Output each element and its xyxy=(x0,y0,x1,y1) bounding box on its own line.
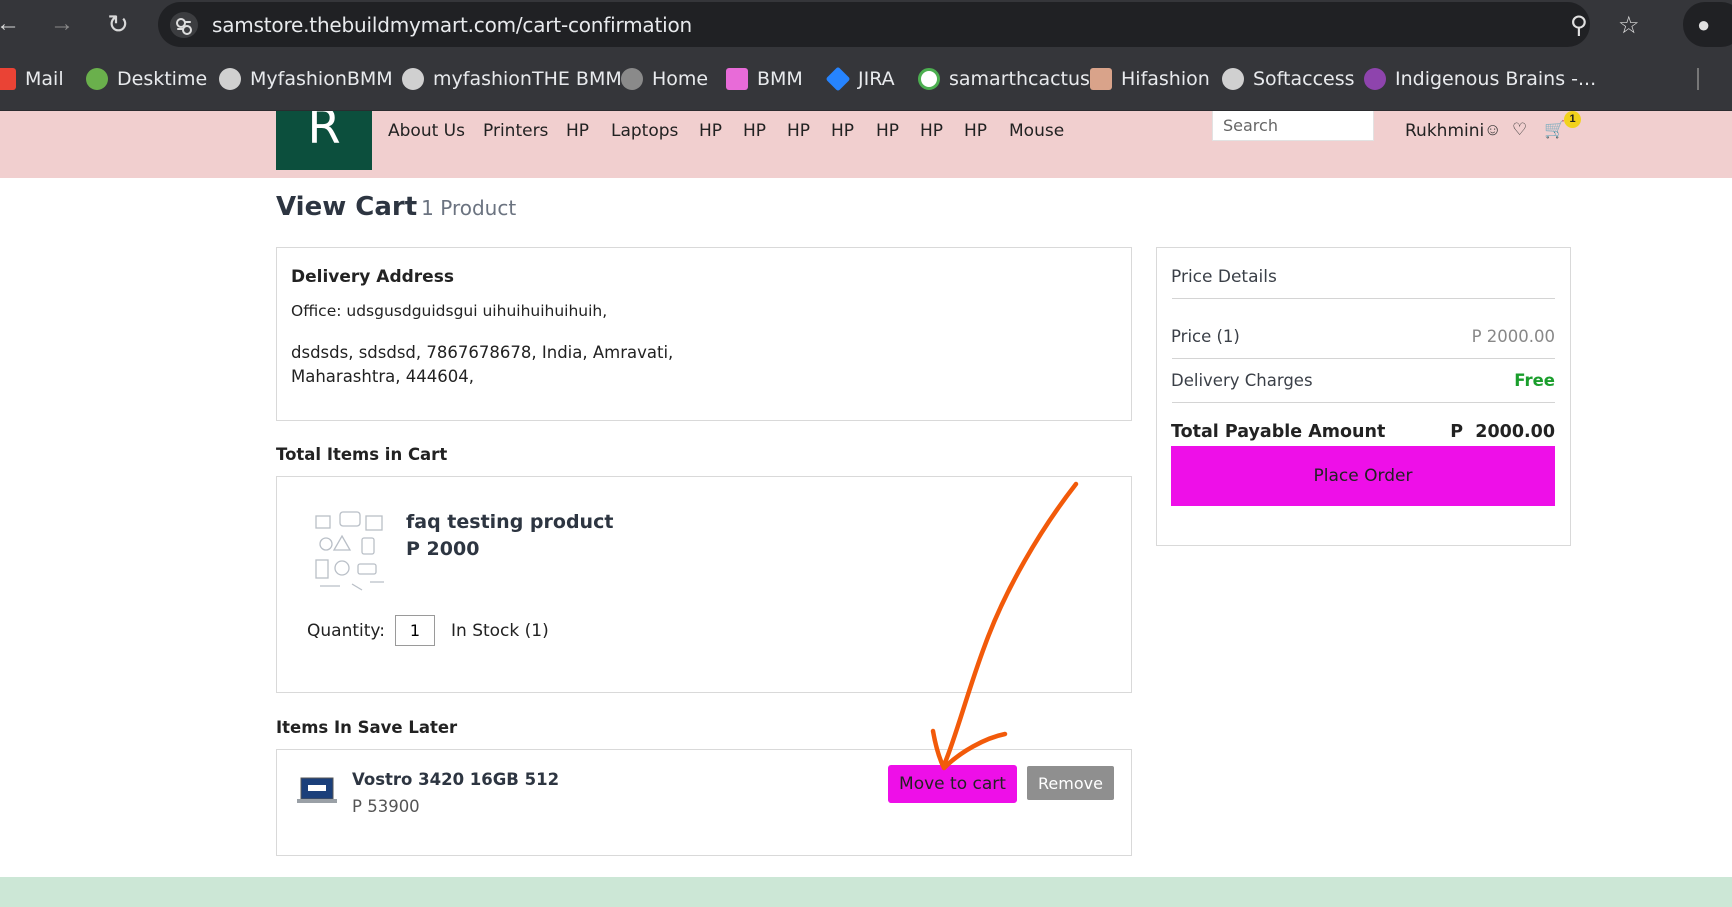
nav-hp[interactable]: HP xyxy=(787,121,810,141)
price-label: Price (1) xyxy=(1171,327,1240,346)
bookmark-home[interactable]: Home xyxy=(621,66,708,92)
delivery-address-line: Office: udsgusdguidsgui uihuihuihuihuih, xyxy=(291,302,608,320)
total-payable-value: P 2000.00 xyxy=(1450,422,1555,442)
globe-icon xyxy=(1222,68,1244,90)
store-logo[interactable]: R xyxy=(276,111,372,170)
bookmark-label: JIRA xyxy=(858,68,895,90)
bookmark-myfashionbmm[interactable]: MyfashionBMM xyxy=(219,66,393,92)
divider xyxy=(1172,298,1555,299)
place-order-button[interactable]: Place Order xyxy=(1171,446,1555,506)
bookmark-myfashionthebmm[interactable]: myfashionTHE BMM xyxy=(402,66,622,92)
bmm-icon xyxy=(726,68,748,90)
bookmark-label: Mail xyxy=(25,68,64,90)
bookmark-label: MyfashionBMM xyxy=(250,68,393,90)
delivery-address-line: Maharashtra, 444604, xyxy=(291,367,474,386)
bookmark-samarthcactus[interactable]: samarthcactus xyxy=(918,66,1090,92)
browser-toolbar: ← → ↻ samstore.thebuildmymart.com/cart-c… xyxy=(0,0,1732,48)
gmail-icon xyxy=(0,68,16,90)
url-text[interactable]: samstore.thebuildmymart.com/cart-confirm… xyxy=(212,13,692,37)
reload-icon[interactable]: ↻ xyxy=(104,10,132,38)
price-value: P 2000.00 xyxy=(1471,327,1555,346)
nav-hp[interactable]: HP xyxy=(876,121,899,141)
bookmark-label: Hifashion xyxy=(1121,68,1210,90)
nav-hp[interactable]: HP xyxy=(831,121,854,141)
delivery-address-heading: Delivery Address xyxy=(291,267,454,287)
address-bar[interactable]: samstore.thebuildmymart.com/cart-confirm… xyxy=(158,2,1640,47)
save-later-item-name[interactable]: Vostro 3420 16GB 512 xyxy=(352,770,559,789)
globe-icon xyxy=(621,68,643,90)
bookmark-label: BMM xyxy=(757,68,803,90)
total-payable-label: Total Payable Amount xyxy=(1171,422,1386,442)
bookmark-label: Softaccess xyxy=(1253,68,1355,90)
bookmark-indigenous-brains[interactable]: Indigenous Brains -... xyxy=(1364,66,1596,92)
bookmarks-bar: Mail Desktime MyfashionBMM myfashionTHE … xyxy=(0,48,1732,111)
nav-laptops[interactable]: Laptops xyxy=(611,121,678,141)
site-settings-icon[interactable] xyxy=(170,12,198,38)
cart-item-price: P 2000 xyxy=(406,538,480,560)
save-later-heading: Items In Save Later xyxy=(276,718,458,737)
globe-icon xyxy=(219,68,241,90)
user-icon[interactable]: ☺ xyxy=(1484,120,1501,140)
nav-mouse[interactable]: Mouse xyxy=(1009,121,1064,141)
logo-letter: R xyxy=(307,111,341,155)
forward-arrow-icon[interactable]: → xyxy=(48,10,76,38)
quantity-input[interactable] xyxy=(395,615,435,646)
page-title: View Cart 1 Product xyxy=(276,192,516,222)
site-header: R About Us Printers HP Laptops HP HP HP … xyxy=(0,111,1732,178)
desktime-icon xyxy=(86,68,108,90)
bookmark-star-icon[interactable]: ☆ xyxy=(1618,11,1640,40)
globe-icon xyxy=(402,68,424,90)
delivery-address-line: dsdsds, sdsdsd, 7867678678, India, Amrav… xyxy=(291,343,674,362)
quantity-label: Quantity: xyxy=(307,621,385,641)
product-image[interactable] xyxy=(312,508,390,594)
price-details-heading: Price Details xyxy=(1171,267,1277,287)
bookmark-label: myfashionTHE BMM xyxy=(433,68,622,90)
nav-hp[interactable]: HP xyxy=(566,121,589,141)
cart-count-badge: 1 xyxy=(1564,111,1581,128)
bookmark-mail[interactable]: Mail xyxy=(0,66,64,92)
divider xyxy=(1172,402,1555,403)
bookmark-softaccess[interactable]: Softaccess xyxy=(1222,66,1355,92)
product-count: 1 Product xyxy=(421,196,517,220)
nav-printers[interactable]: Printers xyxy=(483,121,548,141)
cart-icon[interactable]: 🛒 xyxy=(1544,120,1565,140)
nav-hp[interactable]: HP xyxy=(699,121,722,141)
hifashion-icon xyxy=(1090,68,1112,90)
stock-status: In Stock (1) xyxy=(451,621,549,641)
heart-icon[interactable]: ♡ xyxy=(1512,120,1527,140)
bookmark-label: Home xyxy=(652,68,709,90)
nav-about-us[interactable]: About Us xyxy=(388,121,465,141)
bookmark-label: Desktime xyxy=(117,68,208,90)
back-arrow-icon[interactable]: ← xyxy=(0,10,22,38)
user-name[interactable]: Rukhmini xyxy=(1405,121,1484,141)
move-to-cart-button[interactable]: Move to cart xyxy=(888,765,1017,803)
footer xyxy=(0,877,1732,907)
nav-hp[interactable]: HP xyxy=(920,121,943,141)
cart-item-card xyxy=(276,476,1132,693)
search-input[interactable] xyxy=(1212,111,1374,141)
remove-button[interactable]: Remove xyxy=(1027,766,1114,800)
bookmark-hifashion[interactable]: Hifashion xyxy=(1090,66,1210,92)
save-later-item-price: P 53900 xyxy=(352,797,420,816)
jira-icon xyxy=(825,66,851,92)
bookmark-jira[interactable]: JIRA xyxy=(825,66,895,92)
bookmarks-divider xyxy=(1697,68,1699,90)
cactus-icon xyxy=(918,68,940,90)
laptop-product-image[interactable] xyxy=(296,776,338,806)
bookmark-desktime[interactable]: Desktime xyxy=(86,66,207,92)
delivery-charges-value: Free xyxy=(1514,371,1555,390)
bookmark-label: samarthcactus xyxy=(949,68,1090,90)
bookmark-label: Indigenous Brains -... xyxy=(1395,68,1597,90)
delivery-charges-label: Delivery Charges xyxy=(1171,371,1313,390)
nav-hp[interactable]: HP xyxy=(964,121,987,141)
cart-item-name[interactable]: faq testing product xyxy=(406,511,613,533)
nav-hp[interactable]: HP xyxy=(743,121,766,141)
indigenous-icon xyxy=(1364,68,1386,90)
bookmark-bmm[interactable]: BMM xyxy=(726,66,803,92)
divider xyxy=(1172,358,1555,359)
cart-items-heading: Total Items in Cart xyxy=(276,445,448,464)
zoom-icon[interactable]: ⚲ xyxy=(1570,11,1588,40)
incognito-profile-icon[interactable]: ● xyxy=(1683,2,1732,47)
view-cart-title: View Cart xyxy=(276,192,418,222)
